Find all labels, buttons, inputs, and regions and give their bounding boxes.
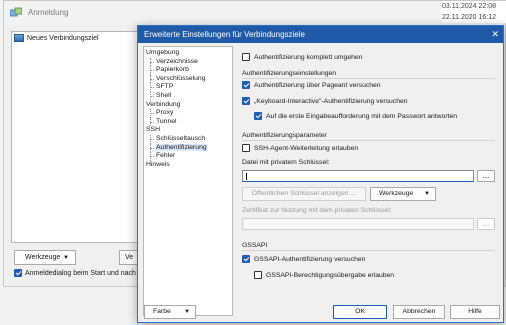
pageant-label: Authentifizierung über Pageant versuchen: [254, 81, 381, 89]
tree-node[interactable]: Papierkorb: [144, 66, 232, 75]
date-cell: 22.11.2020 16:12: [442, 14, 496, 21]
agent-forwarding-row[interactable]: SSH-Agent-Weiterleitung erlauben: [242, 144, 358, 152]
site-item-label: Neues Verbindungsziel: [27, 34, 99, 42]
tree-node-label: Verschlüsselung: [156, 74, 206, 82]
tree-node[interactable]: Hinweis: [144, 161, 232, 170]
bypass-auth-row[interactable]: Authentifizierung komplett umgehen: [242, 53, 362, 61]
password-first-checkbox[interactable]: [254, 112, 262, 120]
startup-checkbox[interactable]: [14, 269, 22, 277]
tree-node-label: Schlüsseltausch: [156, 134, 206, 142]
keyboard-interactive-checkbox[interactable]: [242, 97, 250, 105]
login-tools-button[interactable]: Werkzeuge ▼: [14, 250, 76, 265]
tree-node-label: Fehler: [156, 152, 176, 160]
settings-tree[interactable]: Umgebung Verzeichnisse Papierkorb Verschlüs…: [143, 46, 233, 316]
pageant-checkbox[interactable]: [242, 81, 250, 89]
dialog-titlebar: Erweiterte Einstellungen für Verbindungs…: [138, 26, 503, 43]
private-key-browse-button[interactable]: ...: [477, 170, 495, 182]
tree-node-label: Papierkorb: [156, 66, 189, 74]
agent-forwarding-label: SSH-Agent-Weiterleitung erlauben: [254, 144, 359, 152]
bypass-auth-label: Authentifizierung komplett umgehen: [254, 53, 363, 61]
close-icon[interactable]: ✕: [491, 28, 499, 40]
auth-settings-title: Authentifizierungseinstellungen: [242, 70, 337, 77]
window-buttons: ✕: [491, 28, 499, 40]
login-tools-label: Werkzeuge: [25, 254, 61, 261]
tree-node[interactable]: Schlüsseltausch: [144, 134, 232, 144]
tree-node[interactable]: Fehler: [144, 152, 232, 161]
tree-node-label: Tunnel: [156, 117, 177, 125]
divider: [242, 250, 495, 251]
tree-node[interactable]: Shell: [144, 91, 232, 101]
divider: [242, 140, 495, 141]
advanced-site-settings-dialog: Erweiterte Einstellungen für Verbindungs…: [137, 25, 504, 323]
certificate-label: Zertifikat zur Nutzung mit dem privaten …: [242, 207, 392, 214]
agent-forwarding-checkbox[interactable]: [242, 144, 250, 152]
password-first-row[interactable]: Auf die erste Eingabeaufforderung mit de…: [254, 112, 457, 120]
gssapi-delegation-checkbox[interactable]: [254, 271, 262, 279]
key-tools-button[interactable]: Werkzeuge ▼: [370, 187, 436, 201]
gssapi-delegation-row[interactable]: GSSAPI-Berechtigungsübergabe erlauben: [254, 271, 394, 279]
dropdown-arrow-icon: ▼: [184, 309, 190, 315]
tree-node[interactable]: Verbindung: [144, 101, 232, 110]
cancel-button[interactable]: Abbrechen: [393, 305, 445, 319]
key-tools-label: Werkzeuge: [379, 190, 414, 197]
date-cell: 03.11.2024 22:08: [442, 3, 496, 10]
tree-node[interactable]: SFTP: [144, 83, 232, 92]
site-list[interactable]: Neues Verbindungsziel: [11, 31, 138, 243]
tree-node[interactable]: Verschlüsselung: [144, 74, 232, 84]
auth-params-title: Authentifizierungsparameter: [242, 132, 328, 139]
tree-node-label: Umgebung: [146, 49, 180, 56]
tree-node-label: Proxy: [156, 109, 174, 117]
pageant-row[interactable]: Authentifizierung über Pageant versuchen: [242, 81, 381, 89]
startup-checkbox-row[interactable]: Anmeldedialog beim Start und nach Sch: [14, 269, 150, 277]
text-caret: [246, 173, 247, 180]
tree-node[interactable]: Proxy: [144, 109, 232, 118]
monitor-icon: [14, 34, 24, 42]
gssapi-title: GSSAPI: [242, 242, 268, 249]
divider: [242, 78, 495, 79]
keyboard-interactive-label: „Keyboard-Interactive"-Authentifizierung…: [254, 97, 408, 105]
dialog-title: Erweiterte Einstellungen für Verbindungs…: [144, 30, 305, 39]
color-button[interactable]: Farbe ▼: [144, 305, 196, 319]
gssapi-auth-label: GSSAPI-Authentifizierung versuchen: [254, 255, 366, 263]
session-dates: 03.11.2024 22:08 22.11.2020 16:12: [442, 1, 506, 23]
tree-node[interactable]: Authentifizierung: [144, 143, 232, 153]
dropdown-arrow-icon: ▼: [424, 191, 430, 197]
login-window-title: Anmeldung: [28, 8, 69, 17]
tree-node-label: Verzeichnisse: [156, 57, 198, 65]
tree-node[interactable]: Umgebung: [144, 49, 232, 58]
certificate-input[interactable]: [242, 218, 474, 230]
tree-node-label: SSH: [146, 126, 160, 134]
startup-checkbox-label: Anmeldedialog beim Start und nach Sch: [25, 269, 150, 277]
dropdown-arrow-icon: ▼: [63, 254, 69, 261]
login-window-titlebar: Anmeldung 03.11.2024 22:08 22.11.2020 16…: [4, 1, 506, 25]
gssapi-auth-checkbox[interactable]: [242, 255, 250, 263]
help-button[interactable]: Hilfe: [450, 305, 500, 319]
color-button-label: Farbe: [153, 308, 171, 315]
tree-node-label: SFTP: [156, 83, 174, 91]
winscp-app-icon: [10, 7, 22, 17]
keyboard-interactive-row[interactable]: „Keyboard-Interactive"-Authentifizierung…: [242, 97, 408, 105]
tree-node[interactable]: SSH: [144, 126, 232, 135]
tree-node-label: Hinweis: [146, 160, 170, 168]
tree-node-label: Shell: [156, 91, 172, 99]
password-first-label: Auf die erste Eingabeaufforderung mit de…: [266, 112, 458, 120]
private-key-input[interactable]: [242, 170, 474, 182]
tree-node[interactable]: Tunnel: [144, 117, 232, 127]
gssapi-auth-row[interactable]: GSSAPI-Authentifizierung versuchen: [242, 255, 365, 263]
private-key-label: Datei mit privatem Schlüssel:: [242, 159, 330, 166]
certificate-browse-button[interactable]: ...: [477, 218, 495, 230]
bypass-auth-checkbox[interactable]: [242, 53, 250, 61]
tree-node-label: Authentifizierung: [156, 143, 207, 151]
tree-node[interactable]: Verzeichnisse: [144, 57, 232, 67]
gssapi-delegation-label: GSSAPI-Berechtigungsübergabe erlauben: [266, 271, 395, 279]
tree-node-label: Verbindung: [146, 100, 181, 108]
show-public-key-button[interactable]: Öffentlichen Schlüssel anzeigen ...: [242, 187, 366, 201]
site-item-new[interactable]: Neues Verbindungsziel: [14, 34, 99, 42]
ok-button[interactable]: OK: [333, 305, 387, 319]
